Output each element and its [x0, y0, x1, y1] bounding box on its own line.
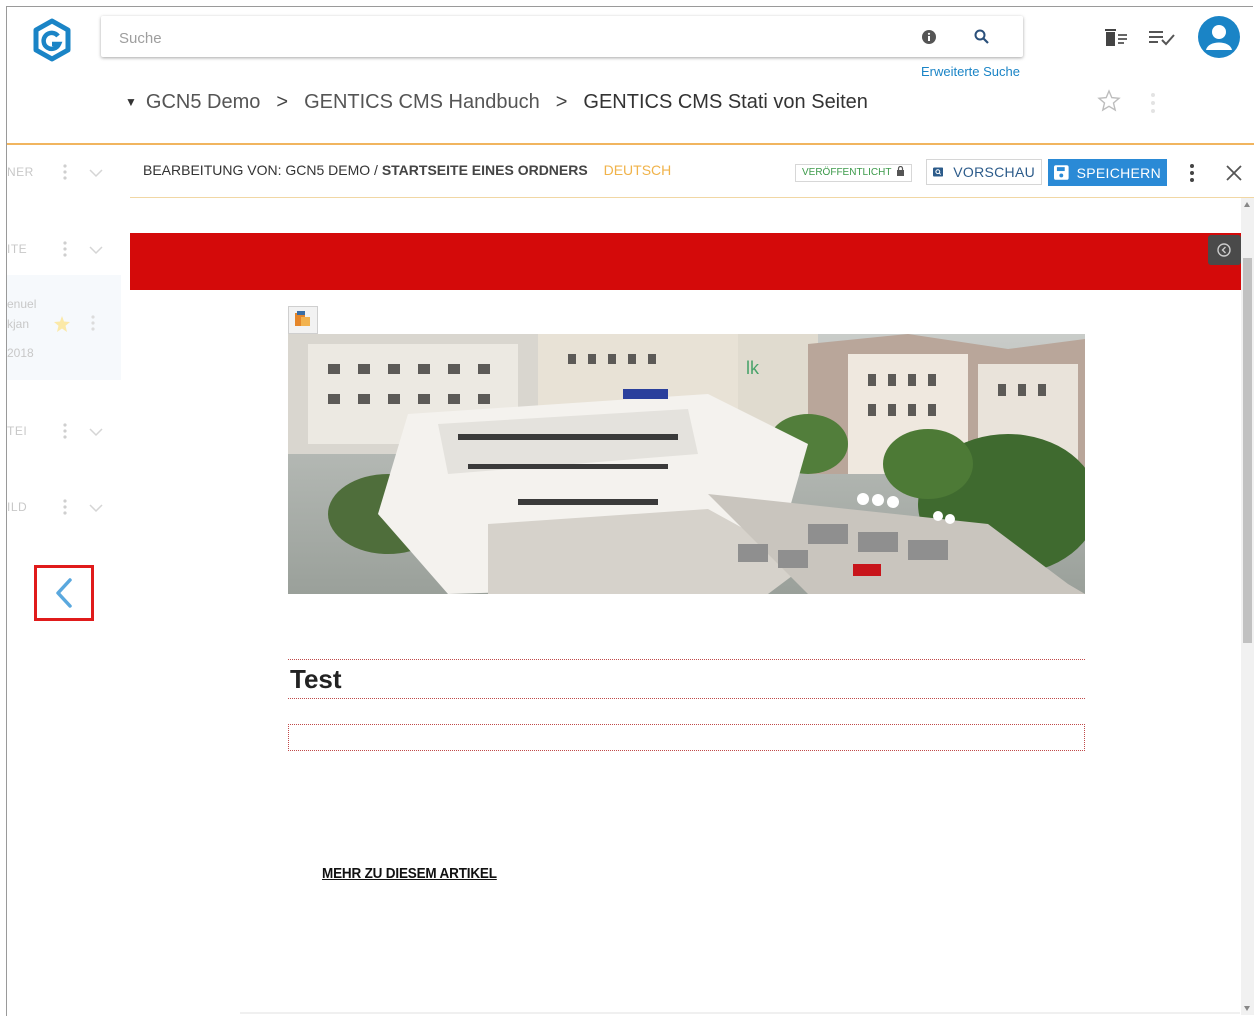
- preview-icon: [933, 167, 944, 177]
- list-section-header[interactable]: TEI: [7, 422, 121, 452]
- more-vert-icon[interactable]: [63, 241, 67, 257]
- trash-icon[interactable]: [1104, 27, 1130, 49]
- section-label: ITE: [7, 242, 28, 256]
- close-icon[interactable]: [1225, 164, 1243, 182]
- editor-page-name: STARTSEITE EINES ORDNERS: [381, 162, 588, 178]
- save-button[interactable]: SPEICHERN: [1048, 159, 1167, 186]
- info-icon[interactable]: [921, 29, 937, 45]
- section-label: NER: [7, 165, 34, 179]
- editor-toolbar: BEARBEITUNG VON: GCN5 DEMO / STARTSEITE …: [130, 145, 1254, 198]
- status-label: VERÖFFENTLICHT: [802, 167, 892, 178]
- scrollbar[interactable]: [1241, 198, 1254, 1015]
- breadcrumb-separator-icon: >: [276, 90, 289, 113]
- more-article-link[interactable]: MEHR ZU DIESEM ARTIKEL: [322, 865, 497, 882]
- editor-separator: /: [374, 162, 378, 178]
- more-vert-icon[interactable]: [63, 164, 67, 180]
- editor-title: BEARBEITUNG VON: GCN5 DEMO / STARTSEITE …: [143, 162, 671, 178]
- more-vert-icon[interactable]: [63, 499, 67, 515]
- editor-prefix: BEARBEITUNG VON:: [143, 162, 282, 178]
- item-date: 2018: [7, 346, 34, 360]
- star-icon[interactable]: [53, 315, 71, 333]
- save-label: SPEICHERN: [1076, 164, 1161, 181]
- search-input[interactable]: [117, 26, 881, 50]
- expand-panel-button[interactable]: [34, 565, 94, 621]
- search-icon[interactable]: [973, 28, 991, 46]
- chevron-down-icon[interactable]: [89, 168, 103, 178]
- advanced-search-link[interactable]: Erweiterte Suche: [921, 64, 1020, 79]
- breadcrumb-separator-icon: >: [555, 90, 568, 113]
- list-item[interactable]: enuel kjan 2018: [7, 275, 121, 380]
- sidebar-toggle-button[interactable]: [1208, 235, 1241, 265]
- page-preview: lk Test MEHR ZU DIESEM ARTIKEL: [130, 198, 1241, 1015]
- page-heading: Test: [290, 664, 342, 694]
- chevron-down-icon[interactable]: [89, 427, 103, 437]
- language-label[interactable]: DEUTSCH: [604, 162, 672, 178]
- scroll-up-icon[interactable]: [1244, 202, 1250, 207]
- chevron-left-icon: [56, 578, 72, 608]
- item-text: enuel: [7, 297, 37, 311]
- list-section-header[interactable]: NER: [7, 163, 121, 193]
- header-banner: [130, 233, 1241, 290]
- preview-button[interactable]: VORSCHAU: [926, 159, 1042, 185]
- hero-image[interactable]: lk: [288, 334, 1085, 594]
- more-vert-icon[interactable]: [63, 423, 67, 439]
- editable-heading[interactable]: Test: [288, 659, 1085, 699]
- divider: [240, 1012, 1240, 1014]
- chevron-down-icon[interactable]: [89, 503, 103, 513]
- queue-icon[interactable]: [1147, 27, 1177, 49]
- editable-text-block[interactable]: [288, 724, 1085, 751]
- section-label: ILD: [7, 500, 28, 514]
- breadcrumb-item-node[interactable]: GCN5 Demo: [146, 91, 260, 114]
- more-vert-icon[interactable]: [1189, 163, 1195, 183]
- more-vert-icon[interactable]: [91, 315, 95, 331]
- breadcrumb: ▼ GCN5 Demo > GENTICS CMS Handbuch > GEN…: [125, 89, 868, 115]
- preview-label: VORSCHAU: [953, 164, 1035, 180]
- scroll-down-icon[interactable]: [1244, 1006, 1250, 1011]
- logo-icon[interactable]: [30, 18, 74, 62]
- lock-icon: [897, 165, 905, 176]
- status-badge: VERÖFFENTLICHT: [795, 164, 913, 182]
- scroll-thumb[interactable]: [1243, 258, 1252, 643]
- caret-down-icon[interactable]: ▼: [125, 95, 137, 109]
- breadcrumb-item-folder[interactable]: GENTICS CMS Handbuch: [304, 91, 540, 114]
- user-avatar-icon[interactable]: [1198, 16, 1240, 58]
- chevron-left-circle-icon: [1217, 243, 1231, 257]
- chevron-down-icon[interactable]: [89, 245, 103, 255]
- search-bar: [101, 16, 1023, 57]
- list-section-header[interactable]: ILD: [7, 498, 121, 528]
- section-label: TEI: [7, 424, 28, 438]
- list-section-header[interactable]: ITE: [7, 240, 121, 270]
- item-text: kjan: [7, 317, 30, 331]
- image-tag-icon[interactable]: [288, 306, 318, 334]
- svg-text:lk: lk: [746, 358, 760, 378]
- editor-node-name: GCN5 DEMO: [285, 162, 371, 178]
- save-icon: [1054, 165, 1069, 180]
- breadcrumb-item-current[interactable]: GENTICS CMS Stati von Seiten: [583, 91, 868, 114]
- star-icon[interactable]: [1097, 89, 1121, 113]
- more-vert-icon[interactable]: [1149, 92, 1157, 114]
